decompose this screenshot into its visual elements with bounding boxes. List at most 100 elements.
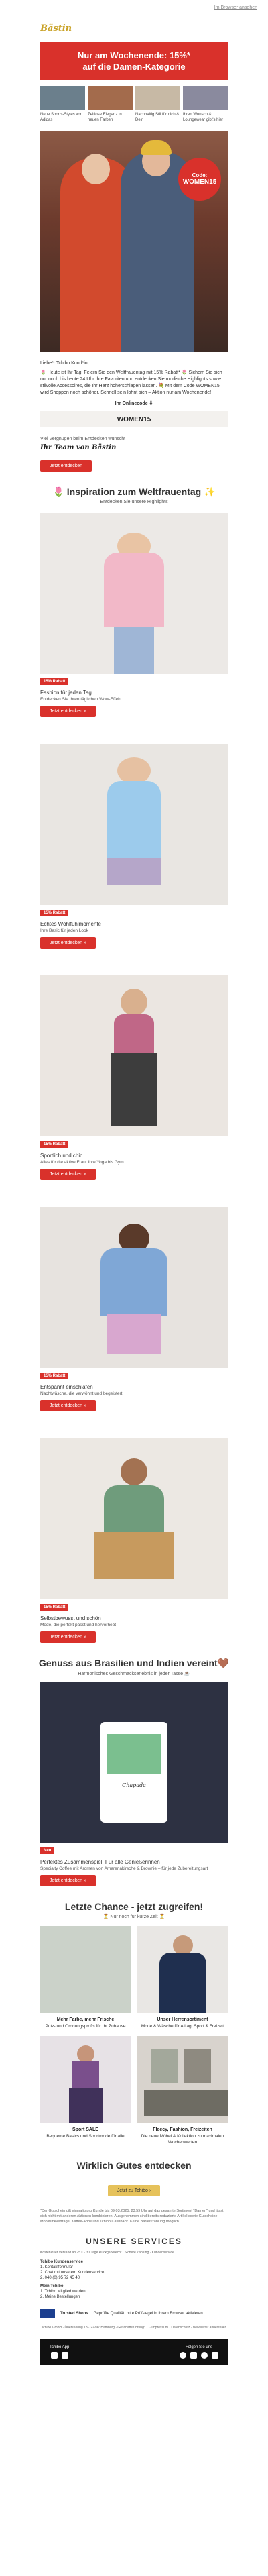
- grid-title: Fleecy, Fashion, Freizeiten: [153, 2127, 212, 2132]
- promo-code-box[interactable]: WOMEN15: [40, 411, 228, 427]
- section-title: 🌷 Inspiration zum Weltfrauentag ✨: [52, 486, 216, 497]
- promo-image: [135, 86, 180, 110]
- seal-icon: [40, 2309, 55, 2318]
- product-button[interactable]: Jetzt entdecken »: [40, 1631, 96, 1643]
- product-card[interactable]: 15% Rabatt Fashion für jeden Tag Entdeck…: [40, 513, 228, 717]
- product-title: Echtes Wohlfühlmomente: [40, 921, 102, 927]
- promo-tiles: Neue Sports-Styles von Adidas Zeitlose E…: [40, 86, 228, 123]
- contact-phone[interactable]: 2. 040 (0) 95 72 45 40: [40, 2275, 228, 2281]
- grid-title: Unser Herrensortiment: [157, 2017, 208, 2022]
- coffee-card[interactable]: Neu Perfektes Zusammenspiel: Für alle Ge…: [40, 1843, 228, 1886]
- discount-tag: 15% Rabatt: [40, 1604, 69, 1611]
- contact-heading: Mein Tchibo: [40, 2284, 64, 2288]
- intro-body: 🌷 Heute ist Ihr Tag! Feiern Sie den Welt…: [40, 370, 222, 395]
- product-image: [40, 975, 228, 1136]
- trust-seal[interactable]: Trusted Shops Geprüfte Qualität, bitte P…: [40, 2309, 228, 2318]
- view-in-browser-link[interactable]: Im Browser ansehen: [214, 5, 257, 10]
- tchibo-button[interactable]: Jetzt zu Tchibo ›: [107, 2185, 161, 2196]
- promo-image: [88, 86, 133, 110]
- promo-label: Nachhaltig Stil für dich & Dein: [135, 113, 180, 122]
- grid-card[interactable]: Unser Herrensortiment Mode & Wäsche für …: [137, 1926, 228, 2029]
- logo[interactable]: Bästin: [0, 15, 268, 42]
- promo-tile[interactable]: Zeitlose Eleganz in neuen Farben: [88, 86, 133, 123]
- grid-title: Sport SALE: [72, 2127, 98, 2132]
- beanie: [141, 140, 172, 155]
- product-card[interactable]: 15% Rabatt Sportlich und chic Alles für …: [40, 975, 228, 1180]
- coffee-bag-label: Chapada: [122, 1782, 146, 1788]
- last-chance-grid: Mehr Farbe, mehr Frische Putz- und Ordnu…: [40, 1926, 228, 2145]
- sign-line: Viel Vergnügen beim Entdecken wünscht: [40, 437, 126, 441]
- logo-text: Bästin: [40, 23, 72, 34]
- promo-banner[interactable]: Nur am Wochenende: 15%* auf die Damen-Ka…: [40, 42, 228, 80]
- section-title: Letzte Chance - jetzt zugreifen!: [64, 1901, 204, 1912]
- product-desc: Entdecken Sie Ihren täglichen Wow-Effekt: [40, 697, 122, 702]
- discover-button[interactable]: Jetzt entdecken: [40, 460, 92, 472]
- pinterest-icon[interactable]: [201, 2352, 208, 2359]
- hero-image[interactable]: Code: WOMEN15: [40, 131, 228, 352]
- greeting: Liebe*r Tchibo Kund*in,: [40, 361, 89, 366]
- promo-label: Ihren Wunsch & Loungewear gibt's hier: [183, 113, 224, 122]
- section-subtitle: Entdecken Sie unsere Highlights: [100, 500, 168, 504]
- promo-code: WOMEN15: [117, 415, 151, 423]
- instagram-icon[interactable]: [190, 2352, 197, 2359]
- google-play-icon[interactable]: [61, 2352, 68, 2359]
- grid-desc: Bequeme Basics und Sportmode für alle: [46, 2134, 125, 2139]
- facebook-icon[interactable]: [180, 2352, 186, 2359]
- product-desc: Ihre Basic für jeden Look: [40, 928, 88, 933]
- contact-line[interactable]: 2. Meine Bestellungen: [40, 2294, 228, 2300]
- product-image: [40, 513, 228, 674]
- seal-text: Geprüfte Qualität, bitte Prüfsiegel in I…: [93, 2312, 203, 2316]
- apple-icon[interactable]: [50, 2352, 58, 2359]
- code-intro: Ihr Onlinecode ⬇: [115, 401, 153, 406]
- discount-tag: 15% Rabatt: [40, 678, 69, 685]
- product-button[interactable]: Jetzt entdecken »: [40, 1169, 96, 1180]
- grid-card[interactable]: Mehr Farbe, mehr Frische Putz- und Ordnu…: [40, 1926, 131, 2029]
- services-title: UNSERE SERVICES: [86, 2237, 182, 2246]
- contact-heading: Tchibo Kundenservice: [40, 2260, 83, 2264]
- product-button[interactable]: Jetzt entdecken »: [40, 937, 96, 949]
- promo-tile[interactable]: Nachhaltig Stil für dich & Dein: [135, 86, 180, 123]
- product-button[interactable]: Jetzt entdecken »: [40, 706, 96, 717]
- promo-label: Neue Sports-Styles von Adidas: [40, 113, 83, 122]
- discount-tag: 15% Rabatt: [40, 1373, 69, 1379]
- grid-desc: Mode & Wäsche für Alltag, Sport & Freize…: [141, 2024, 224, 2029]
- promo-tile[interactable]: Ihren Wunsch & Loungewear gibt's hier: [183, 86, 228, 123]
- email-page: Im Browser ansehen Bästin Nur am Wochene…: [0, 0, 268, 2365]
- signature: Ihr Team von Bästin: [40, 444, 117, 451]
- topbar: Im Browser ansehen: [0, 0, 268, 15]
- app-column: Tchibo App: [50, 2345, 69, 2359]
- product-button[interactable]: Jetzt entdecken »: [40, 1400, 96, 1411]
- grid-card[interactable]: Sport SALE Bequeme Basics und Sportmode …: [40, 2036, 131, 2145]
- contact-line[interactable]: 2. Chat mit unserem Kundenservice: [40, 2270, 228, 2275]
- badge-label: Code:: [192, 172, 208, 178]
- coffee-image[interactable]: Chapada: [40, 1682, 228, 1843]
- product-image: [40, 1438, 228, 1599]
- discount-tag: 15% Rabatt: [40, 910, 69, 916]
- grid-image: [137, 2036, 228, 2123]
- promo-image: [183, 86, 228, 110]
- badge-code: WOMEN15: [182, 178, 217, 186]
- coffee-title: Perfektes Zusammenspiel: Für alle Genieß…: [40, 1859, 160, 1865]
- product-title: Sportlich und chic: [40, 1152, 83, 1159]
- grid-card[interactable]: Fleecy, Fashion, Freizeiten Die neue Möb…: [137, 2036, 228, 2145]
- product-desc: Nachtwäsche, die verwöhnt und begeistert: [40, 1391, 123, 1396]
- social-column: Folgen Sie uns: [180, 2345, 218, 2359]
- app-label: Tchibo App: [50, 2345, 70, 2349]
- contact-line[interactable]: 1. Tchibo Mitglied werden: [40, 2289, 228, 2294]
- coffee-bag-art: [107, 1734, 161, 1774]
- discount-tag: 15% Rabatt: [40, 1141, 69, 1148]
- product-card[interactable]: 15% Rabatt Entspannt einschlafen Nachtwä…: [40, 1207, 228, 1411]
- contact-block: Tchibo Kundenservice 1. Kontaktformular …: [40, 2259, 228, 2300]
- promo-tile[interactable]: Neue Sports-Styles von Adidas: [40, 86, 85, 123]
- coffee-button[interactable]: Jetzt entdecken »: [40, 1875, 96, 1886]
- contact-line[interactable]: 1. Kontaktformular: [40, 2265, 228, 2270]
- product-card[interactable]: 15% Rabatt Echtes Wohlfühlmomente Ihre B…: [40, 744, 228, 949]
- new-tag: Neu: [40, 1847, 55, 1854]
- youtube-icon[interactable]: [212, 2352, 218, 2359]
- product-card[interactable]: 15% Rabatt Selbstbewusst und schön Mode,…: [40, 1438, 228, 1643]
- product-title: Fashion für jeden Tag: [40, 690, 92, 696]
- section-subtitle: Harmonisches Geschmackserlebnis in jeder…: [78, 1672, 190, 1676]
- social-label: Folgen Sie uns: [185, 2345, 213, 2349]
- grid-image: [137, 1926, 228, 2013]
- footer-meta: Tchibo GmbH · Überseering 18 · 22297 Ham…: [41, 2326, 227, 2330]
